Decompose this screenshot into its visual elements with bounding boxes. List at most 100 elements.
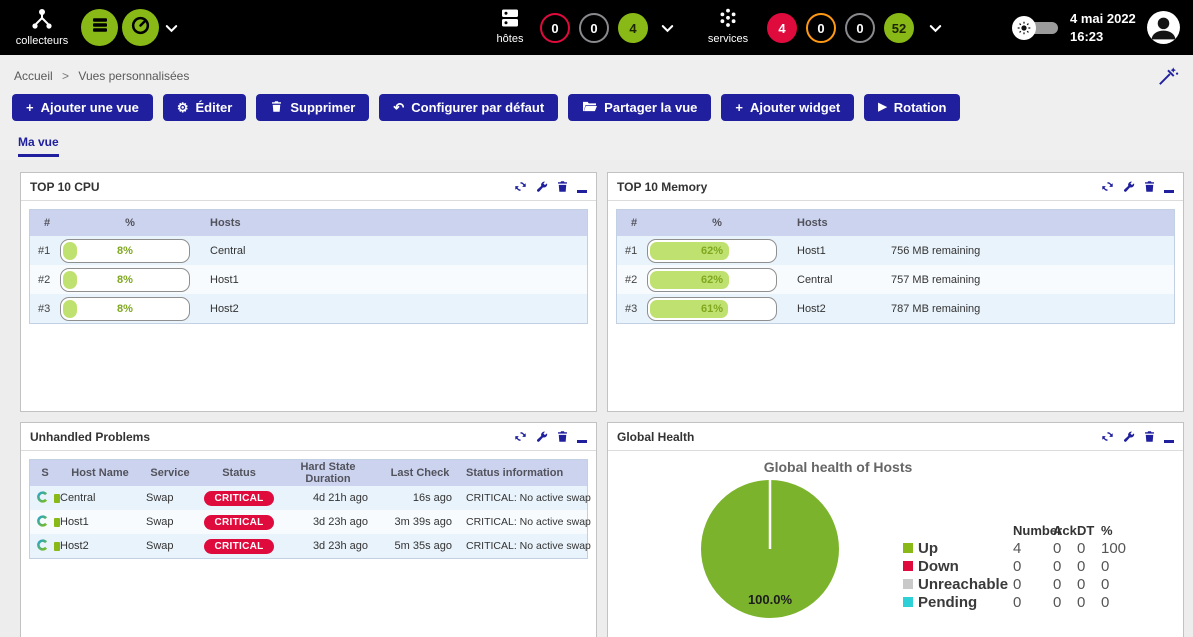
add-widget-button[interactable]: + Ajouter widget (721, 94, 854, 121)
hosts-label: hôtes (489, 33, 531, 45)
add-view-button[interactable]: + Ajouter une vue (12, 94, 153, 121)
minimize-icon[interactable] (577, 181, 587, 193)
undo-icon: ↶ (393, 101, 404, 114)
rotation-button[interactable]: ▶ Rotation (864, 94, 960, 121)
legend-label: Pending (918, 594, 977, 611)
memory-table-header: # % Hosts (617, 210, 1174, 236)
widget-actions (514, 430, 587, 443)
trash-icon[interactable] (1143, 180, 1156, 193)
legend-swatch (903, 543, 913, 553)
badge-count: 0 (817, 21, 824, 36)
host-link[interactable]: Host1 (787, 245, 887, 257)
host-status-badge[interactable]: 4 (618, 13, 648, 43)
legend-ack: 0 (1053, 558, 1077, 575)
rank-label: #3 (30, 303, 60, 315)
play-icon: ▶ (878, 102, 886, 113)
rank-label: #1 (30, 245, 60, 257)
host-link[interactable]: Host1 (200, 274, 587, 286)
host-link[interactable]: Central (787, 274, 887, 286)
poller-list-button[interactable] (81, 9, 118, 46)
host-status-badge[interactable]: 0 (579, 13, 609, 43)
cpu-table-row: #1 8% Central (30, 236, 587, 265)
service-status-badge[interactable]: 4 (767, 13, 797, 43)
refresh-icon[interactable] (514, 180, 527, 193)
hosts-icon (499, 20, 521, 32)
host-link[interactable]: Host2 (787, 303, 887, 315)
trash-icon[interactable] (1143, 430, 1156, 443)
poller-stats-button[interactable] (122, 9, 159, 46)
pollers-menu[interactable]: collecteurs (14, 7, 70, 47)
wrench-icon[interactable] (535, 180, 548, 193)
memory-remaining-label: 787 MB remaining (887, 303, 1174, 315)
trash-icon[interactable] (556, 430, 569, 443)
user-avatar[interactable] (1146, 10, 1181, 50)
col-rank: # (617, 217, 647, 229)
host-status-badge[interactable]: 0 (540, 13, 570, 43)
minimize-icon[interactable] (577, 431, 587, 443)
services-menu[interactable]: services (705, 7, 751, 45)
services-label: services (705, 33, 751, 45)
wand-edit-mode-icon[interactable] (1156, 65, 1179, 93)
plus-icon: + (26, 101, 34, 114)
page-header: Accueil > Vues personnalisées + Ajouter … (0, 55, 1193, 160)
service-link[interactable]: Swap (140, 516, 200, 528)
pollers-chevron-down-icon[interactable] (164, 21, 179, 36)
col-s: S (30, 467, 60, 479)
widget-title: Global Health (617, 430, 694, 444)
legend-row: Pending 0 0 0 0 (903, 593, 1141, 611)
centreon-logo-icon (36, 514, 50, 531)
delete-view-button[interactable]: Supprimer (256, 94, 369, 121)
theme-toggle[interactable] (1012, 16, 1060, 40)
legend-row: Up 4 0 0 100 (903, 539, 1141, 557)
host-link[interactable]: Central (200, 245, 587, 257)
service-link[interactable]: Swap (140, 540, 200, 552)
refresh-icon[interactable] (1101, 430, 1114, 443)
refresh-icon[interactable] (514, 430, 527, 443)
hosts-chevron-down-icon[interactable] (660, 21, 675, 36)
memory-usage-bar: 61% (647, 297, 777, 321)
service-status-badge[interactable]: 52 (884, 13, 914, 43)
service-link[interactable]: Swap (140, 492, 200, 504)
minimize-icon[interactable] (1164, 181, 1174, 193)
set-default-view-button[interactable]: ↶ Configurer par défaut (379, 94, 558, 121)
legend-pct: 100 (1101, 540, 1141, 557)
wrench-icon[interactable] (535, 430, 548, 443)
last-check: 16s ago (378, 492, 462, 504)
wrench-icon[interactable] (1122, 180, 1135, 193)
breadcrumb-home[interactable]: Accueil (14, 69, 53, 83)
memory-remaining-label: 756 MB remaining (887, 245, 1174, 257)
state-cell (30, 514, 60, 531)
centreon-logo-icon (36, 538, 50, 555)
host-link[interactable]: Host1 (60, 516, 140, 528)
pollers-label: collecteurs (14, 35, 70, 47)
badge-count: 4 (629, 21, 636, 36)
legend-dt: 0 (1077, 558, 1101, 575)
problem-row: Host2 Swap CRITICAL 3d 23h ago 5m 35s ag… (30, 534, 587, 558)
tab-ma-vue[interactable]: Ma vue (18, 135, 59, 157)
service-status-badge[interactable]: 0 (806, 13, 836, 43)
cpu-table-header: # % Hosts (30, 210, 587, 236)
health-legend: Number Ack DT % Up 4 0 (903, 521, 1141, 611)
edit-view-button[interactable]: ⚙ Éditer (163, 94, 247, 121)
host-link[interactable]: Host2 (60, 540, 140, 552)
breadcrumb-separator: > (62, 69, 69, 83)
status-information: CRITICAL: No active swap (462, 516, 591, 528)
badge-count: 0 (590, 21, 597, 36)
refresh-icon[interactable] (1101, 180, 1114, 193)
button-label: Supprimer (290, 100, 355, 115)
hosts-menu[interactable]: hôtes (489, 7, 531, 45)
host-link[interactable]: Host2 (200, 303, 587, 315)
share-view-button[interactable]: Partager la vue (568, 94, 711, 121)
poller-list-icon (90, 15, 110, 40)
host-link[interactable]: Central (60, 492, 140, 504)
widget-actions (514, 180, 587, 193)
trash-icon[interactable] (556, 180, 569, 193)
minimize-icon[interactable] (1164, 431, 1174, 443)
wrench-icon[interactable] (1122, 430, 1135, 443)
folder-icon (582, 100, 597, 116)
service-status-badge[interactable]: 0 (845, 13, 875, 43)
services-chevron-down-icon[interactable] (928, 21, 943, 36)
widget-actions (1101, 180, 1174, 193)
view-tabs: Ma vue (18, 133, 59, 151)
breadcrumb-current[interactable]: Vues personnalisées (78, 69, 189, 83)
